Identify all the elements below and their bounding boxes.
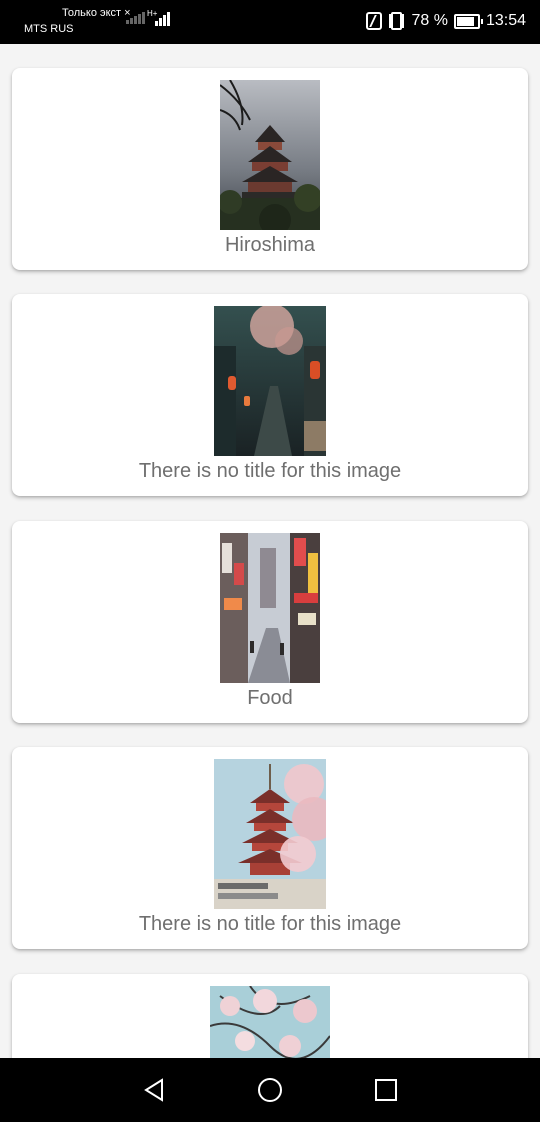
lantern-alley-image — [214, 306, 326, 456]
image-title: Hiroshima — [224, 234, 316, 256]
signal-icon — [126, 12, 145, 24]
signal-icon — [155, 12, 170, 26]
image-card[interactable]: There is no title for this image — [12, 294, 528, 496]
cherry-blossom-branches-image — [210, 986, 330, 1058]
image-title: Food — [247, 687, 293, 709]
clock: 13:54 — [485, 12, 526, 29]
carrier-name: MTS RUS — [24, 23, 74, 35]
battery-icon — [453, 13, 483, 29]
status-notification: Только экст × — [62, 7, 131, 19]
home-icon[interactable] — [256, 1076, 284, 1104]
image-title: There is no title for this image — [138, 913, 402, 935]
hiroshima-castle-image — [220, 80, 320, 230]
image-card[interactable]: Hiroshima — [12, 68, 528, 270]
vibrate-icon — [391, 12, 403, 30]
neon-street-image — [220, 533, 320, 683]
image-feed[interactable]: Hiroshima There is no title for this ima… — [0, 44, 540, 1058]
image-card[interactable] — [12, 974, 528, 1058]
back-icon[interactable] — [140, 1076, 168, 1104]
image-card[interactable]: There is no title for this image — [12, 747, 528, 949]
battery-percent: 78 % — [411, 12, 448, 29]
image-card[interactable]: Food — [12, 521, 528, 723]
status-bar: Только экст × MTS RUS H+ 78 % 13:54 — [0, 0, 540, 44]
pagoda-blossoms-image — [214, 759, 326, 909]
navigation-bar — [0, 1058, 540, 1122]
image-title: There is no title for this image — [138, 460, 402, 482]
nfc-icon — [366, 12, 383, 30]
recents-icon[interactable] — [372, 1076, 400, 1104]
